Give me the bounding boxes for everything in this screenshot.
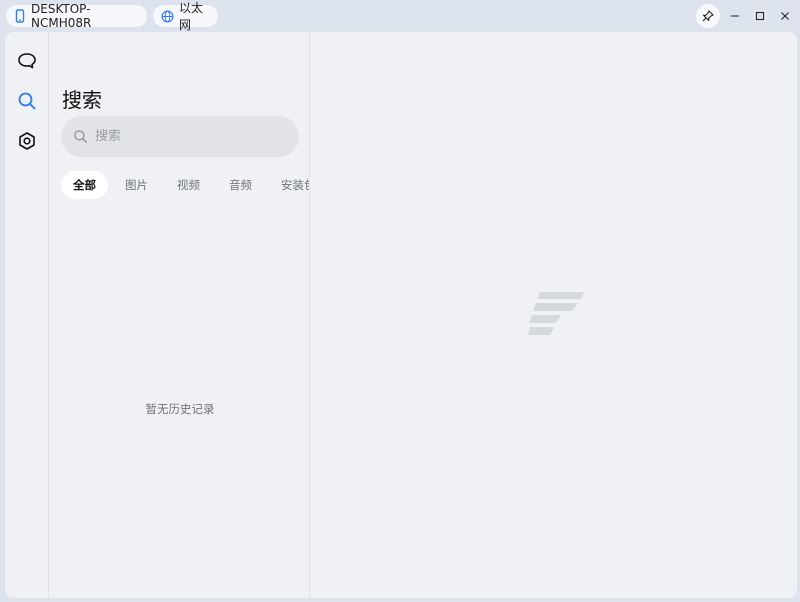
title-bar: DESKTOP-NCMH08R 以太网 [0,0,800,32]
pin-icon [702,10,714,22]
minimize-icon [731,15,739,17]
tab-installers[interactable]: 安装包 [269,171,309,199]
maximize-button[interactable] [748,4,772,28]
tab-audio[interactable]: 音频 [217,171,264,199]
phone-icon [15,9,25,23]
empty-history-text: 暂无历史记录 [145,402,215,416]
search-box[interactable] [61,116,299,157]
filter-tabs: 全部 图片 视频 音频 安装包 [61,171,309,199]
nav-chat-button[interactable] [13,47,41,75]
minimize-button[interactable] [723,4,747,28]
globe-icon [161,10,174,22]
main-panel: 搜索 全部 图片 视频 音频 安装包 暂无历史记录 [5,32,797,598]
tab-videos[interactable]: 视频 [165,171,212,199]
search-pane: 搜索 全部 图片 视频 音频 安装包 暂无历史记录 [50,32,310,598]
chat-bubble-icon [18,53,36,69]
search-icon [18,92,36,110]
search-icon [74,130,87,143]
network-name: 以太网 [179,1,204,32]
search-input[interactable] [95,129,275,144]
device-name: DESKTOP-NCMH08R [31,2,92,30]
nav-search-button[interactable] [13,87,41,115]
settings-hexagon-icon [19,132,35,150]
nav-rail [5,32,49,598]
device-chip[interactable]: DESKTOP-NCMH08R [6,2,147,30]
network-chip[interactable]: 以太网 [153,1,218,32]
close-button[interactable] [773,4,797,28]
close-icon [781,12,789,20]
detail-pane [311,32,797,598]
pin-button[interactable] [696,4,720,28]
nav-settings-button[interactable] [13,127,41,155]
app-window: DESKTOP-NCMH08R 以太网 搜索 搜索 全部 图片 视频 音频 安装… [0,0,800,602]
tab-images[interactable]: 图片 [113,171,160,199]
app-logo-icon [528,292,584,335]
page-title: 搜索 [62,88,102,112]
tab-all[interactable]: 全部 [61,171,108,199]
maximize-icon [755,11,765,21]
